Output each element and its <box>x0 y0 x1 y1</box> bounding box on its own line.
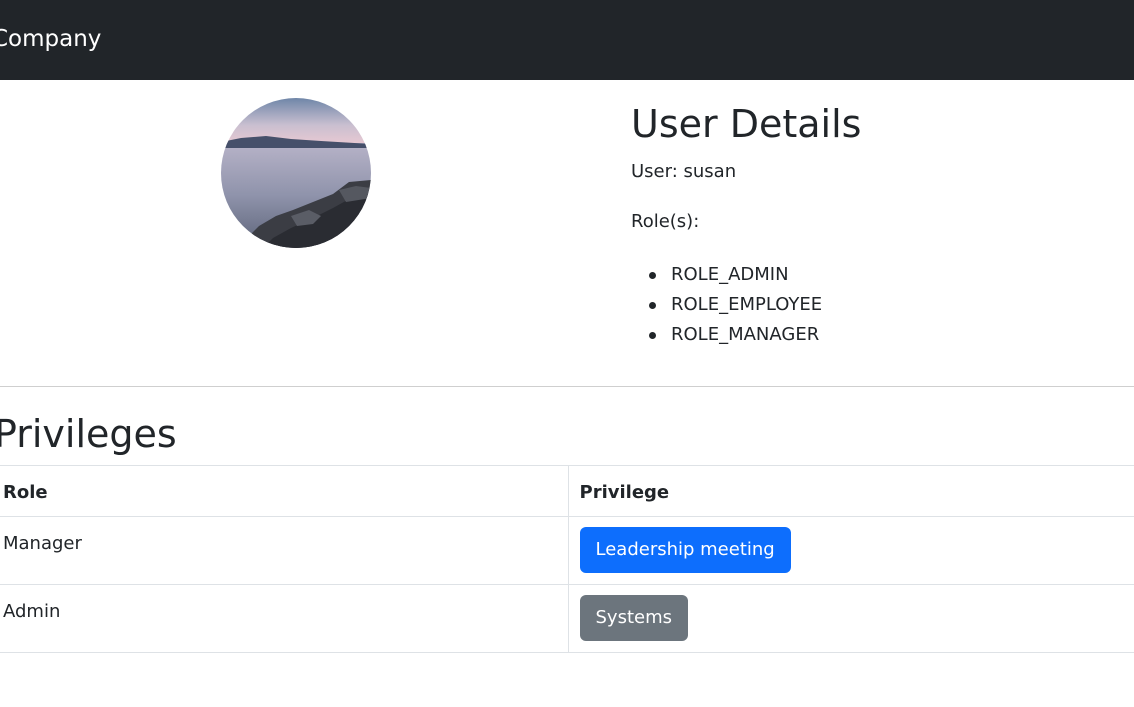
role-cell: Admin <box>0 584 569 653</box>
roles-list: ROLE_ADMIN ROLE_EMPLOYEE ROLE_MANAGER <box>631 260 822 350</box>
table-row: Manager Leadership meeting <box>0 516 1134 585</box>
user-details-panel: User Details User: susan Role(s): ROLE_A… <box>631 100 1111 345</box>
column-header-privilege: Privilege <box>568 465 1134 517</box>
user-avatar <box>221 98 371 248</box>
privileges-heading: Privileges <box>0 412 177 456</box>
leadership-meeting-button[interactable]: Leadership meeting <box>579 527 791 573</box>
privileges-table: Role Privilege Manager Leadership meetin… <box>0 465 1134 653</box>
systems-button[interactable]: Systems <box>579 595 688 641</box>
privilege-cell: Leadership meeting <box>568 516 1134 585</box>
role-item: ROLE_MANAGER <box>631 320 822 350</box>
table-row: Admin Systems <box>0 584 1134 653</box>
user-details-heading: User Details <box>631 102 862 146</box>
role-cell: Manager <box>0 516 569 585</box>
table-header-row: Role Privilege <box>0 465 1134 517</box>
role-item: ROLE_ADMIN <box>631 260 822 290</box>
privilege-cell: Systems <box>568 584 1134 653</box>
top-navbar: Company <box>0 0 1134 80</box>
navbar-brand[interactable]: Company <box>0 25 101 53</box>
section-divider <box>0 386 1134 387</box>
user-name-text: User: susan <box>631 161 737 182</box>
role-item: ROLE_EMPLOYEE <box>631 290 822 320</box>
roles-label: Role(s): <box>631 211 700 232</box>
column-header-role: Role <box>0 465 569 517</box>
